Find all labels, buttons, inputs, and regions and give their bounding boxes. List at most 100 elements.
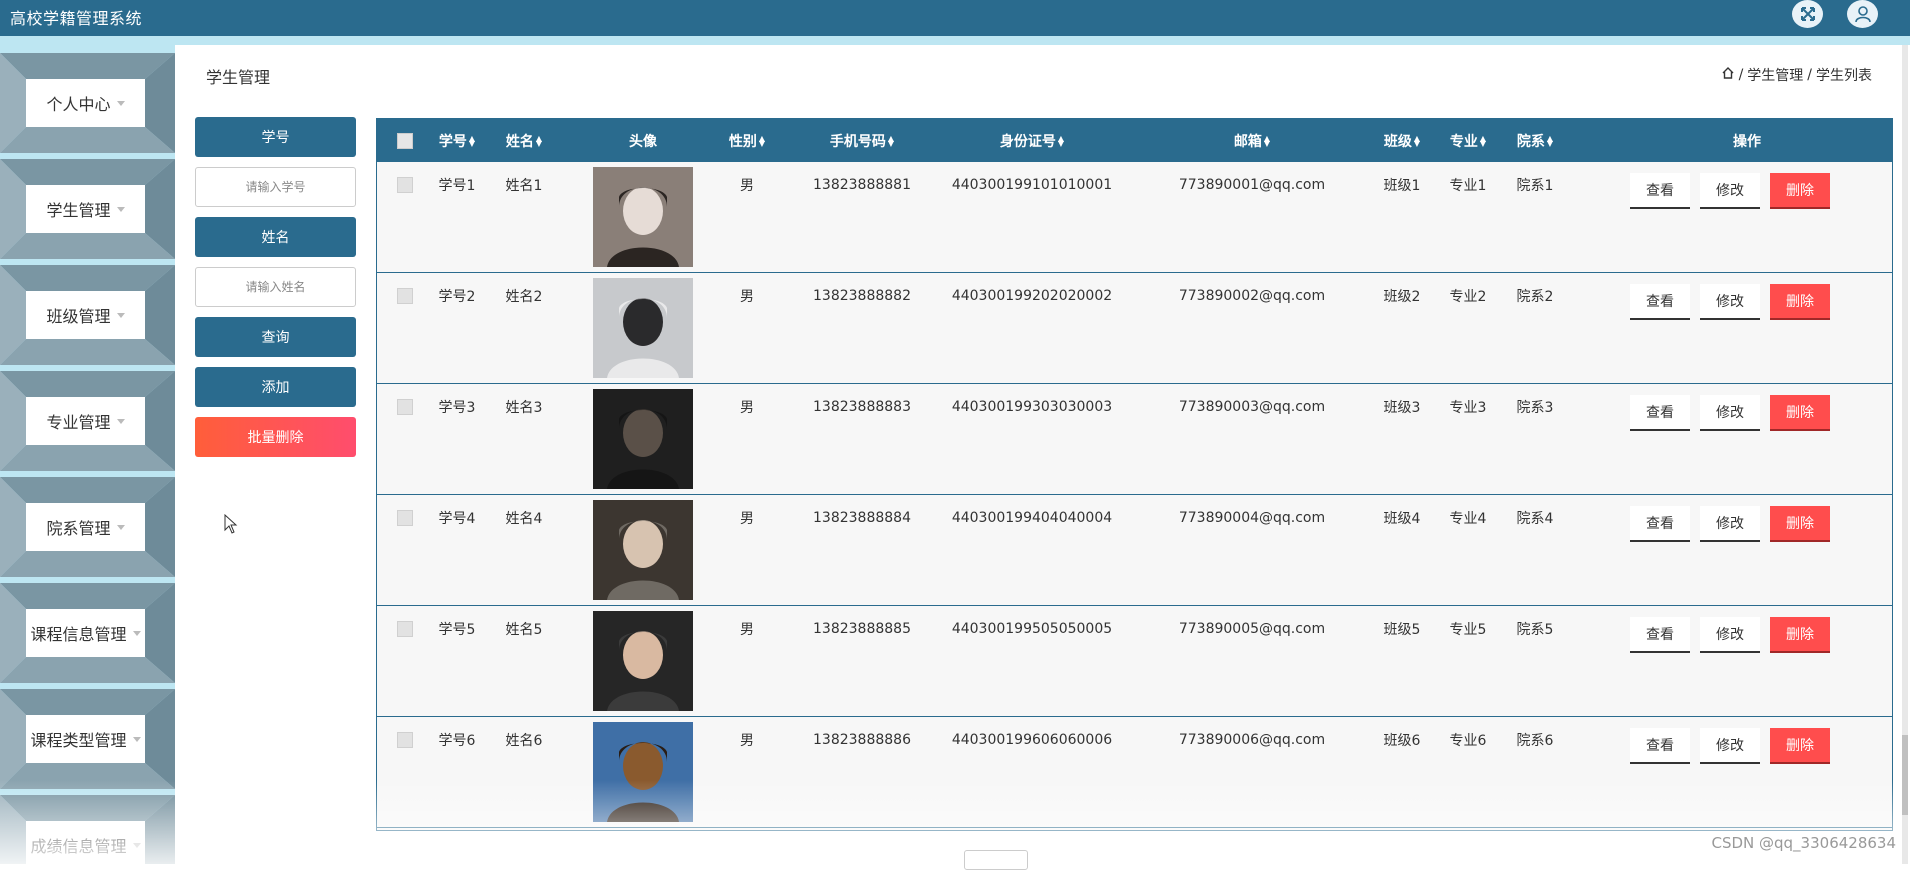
cell-department: 院系4 bbox=[1516, 510, 1554, 527]
header-avatar-label: 头像 bbox=[629, 133, 657, 150]
cell-gender: 男 bbox=[740, 288, 754, 305]
sidebar-item[interactable]: 课程类型管理 bbox=[0, 689, 175, 789]
caret-down-icon bbox=[116, 418, 125, 424]
view-button[interactable]: 查看 bbox=[1630, 506, 1690, 542]
sidebar-item[interactable]: 班级管理 bbox=[0, 265, 175, 365]
sort-icon: ▲ ▼ bbox=[758, 133, 766, 148]
sidebar-item-button[interactable]: 班级管理 bbox=[26, 291, 145, 339]
row-checkbox[interactable] bbox=[397, 620, 413, 637]
sidebar-item-label: 课程信息管理 bbox=[30, 625, 127, 644]
cell-class: 班级1 bbox=[1383, 177, 1421, 194]
header-department-label: 院系 bbox=[1516, 133, 1545, 150]
edit-button[interactable]: 修改 bbox=[1700, 395, 1760, 431]
cell-id-card: 440300199606060006 bbox=[951, 731, 1113, 748]
sidebar-item-button[interactable]: 专业管理 bbox=[26, 397, 145, 445]
select-all-checkbox[interactable] bbox=[397, 132, 413, 149]
row-checkbox[interactable] bbox=[397, 287, 413, 304]
table-row: 学号2 姓名2 男 13823888882 440300199202020002 7738… bbox=[377, 273, 1892, 384]
home-icon[interactable] bbox=[1721, 66, 1735, 84]
caret-down-icon bbox=[132, 736, 141, 742]
caret-down-icon bbox=[132, 630, 141, 636]
cell-id-card: 440300199404040004 bbox=[951, 509, 1113, 526]
sidebar-item[interactable]: 院系管理 bbox=[0, 477, 175, 577]
row-checkbox[interactable] bbox=[397, 176, 413, 193]
add-button[interactable]: 添加 bbox=[195, 367, 356, 407]
avatar bbox=[593, 611, 693, 711]
header-student-no-label: 学号 bbox=[438, 133, 467, 150]
app-title: 高校学籍管理系统 bbox=[10, 9, 143, 28]
sidebar-item[interactable]: 专业管理 bbox=[0, 371, 175, 471]
sidebar-item-label: 院系管理 bbox=[46, 519, 111, 538]
cell-major: 专业5 bbox=[1449, 621, 1487, 638]
header-id-card[interactable]: 身份证号 ▲ ▼ bbox=[957, 119, 1107, 162]
cell-class: 班级5 bbox=[1383, 621, 1421, 638]
cell-name: 姓名2 bbox=[505, 288, 543, 305]
cell-class: 班级2 bbox=[1383, 288, 1421, 305]
header-name-label: 姓名 bbox=[505, 133, 534, 150]
page-size-select[interactable] bbox=[964, 850, 1028, 870]
edit-button[interactable]: 修改 bbox=[1700, 728, 1760, 764]
cell-email: 773890002@qq.com bbox=[1178, 287, 1326, 304]
sidebar-item-button[interactable]: 学生管理 bbox=[26, 185, 145, 233]
fullscreen-icon[interactable] bbox=[1792, 0, 1823, 28]
sort-icon: ▲ ▼ bbox=[1057, 133, 1065, 148]
header-gender[interactable]: 性别 ▲ ▼ bbox=[722, 119, 772, 162]
query-button[interactable]: 查询 bbox=[195, 317, 356, 357]
sidebar-item[interactable]: 学生管理 bbox=[0, 159, 175, 259]
watermark: CSDN @qq_3306428634 bbox=[1711, 834, 1896, 852]
cell-student-no: 学号5 bbox=[438, 621, 476, 638]
header-phone-label: 手机号码 bbox=[829, 133, 886, 150]
delete-button[interactable]: 删除 bbox=[1770, 284, 1830, 320]
sidebar-item-button[interactable]: 课程信息管理 bbox=[26, 609, 145, 657]
delete-button[interactable]: 删除 bbox=[1770, 506, 1830, 542]
cell-student-no: 学号3 bbox=[438, 399, 476, 416]
sidebar-item-button[interactable]: 课程类型管理 bbox=[26, 715, 145, 763]
batch-delete-button[interactable]: 批量删除 bbox=[195, 417, 356, 457]
edit-button[interactable]: 修改 bbox=[1700, 506, 1760, 542]
row-checkbox-cell bbox=[393, 495, 417, 540]
row-checkbox[interactable] bbox=[397, 398, 413, 415]
cell-name: 姓名6 bbox=[505, 732, 543, 749]
breadcrumb-student-management[interactable]: 学生管理 bbox=[1747, 65, 1803, 85]
student-no-input[interactable] bbox=[195, 167, 356, 207]
sidebar-item[interactable]: 成绩信息管理 bbox=[0, 795, 175, 864]
header-email[interactable]: 邮箱 ▲ ▼ bbox=[1177, 119, 1327, 162]
view-button[interactable]: 查看 bbox=[1630, 284, 1690, 320]
cell-department: 院系5 bbox=[1516, 621, 1554, 638]
view-button[interactable]: 查看 bbox=[1630, 173, 1690, 209]
breadcrumb-student-list: 学生列表 bbox=[1816, 68, 1872, 84]
sidebar-item-button[interactable]: 成绩信息管理 bbox=[26, 821, 145, 864]
edit-button[interactable]: 修改 bbox=[1700, 617, 1760, 653]
name-input[interactable] bbox=[195, 267, 356, 307]
scrollbar-thumb[interactable] bbox=[1902, 735, 1908, 815]
edit-button[interactable]: 修改 bbox=[1700, 284, 1760, 320]
view-button[interactable]: 查看 bbox=[1630, 617, 1690, 653]
delete-button[interactable]: 删除 bbox=[1770, 173, 1830, 209]
row-checkbox[interactable] bbox=[397, 731, 413, 748]
sidebar-item-label: 个人中心 bbox=[46, 95, 111, 114]
sidebar-item[interactable]: 课程信息管理 bbox=[0, 583, 175, 683]
delete-button[interactable]: 删除 bbox=[1770, 617, 1830, 653]
user-icon[interactable] bbox=[1847, 0, 1878, 28]
view-button[interactable]: 查看 bbox=[1630, 728, 1690, 764]
header-name[interactable]: 姓名 ▲ ▼ bbox=[499, 119, 549, 162]
sidebar-item-button[interactable]: 个人中心 bbox=[26, 79, 145, 127]
delete-button[interactable]: 删除 bbox=[1770, 395, 1830, 431]
scrollbar[interactable] bbox=[1902, 45, 1908, 864]
header-department[interactable]: 院系 ▲ ▼ bbox=[1510, 119, 1560, 162]
delete-button[interactable]: 删除 bbox=[1770, 728, 1830, 764]
view-button[interactable]: 查看 bbox=[1630, 395, 1690, 431]
cell-student-no: 学号4 bbox=[438, 510, 476, 527]
sidebar-item[interactable]: 个人中心 bbox=[0, 53, 175, 153]
student-no-label: 学号 bbox=[195, 117, 356, 157]
name-label: 姓名 bbox=[195, 217, 356, 257]
row-checkbox[interactable] bbox=[397, 509, 413, 526]
header-class[interactable]: 班级 ▲ ▼ bbox=[1377, 119, 1427, 162]
header-major[interactable]: 专业 ▲ ▼ bbox=[1443, 119, 1493, 162]
header-phone[interactable]: 手机号码 ▲ ▼ bbox=[807, 119, 917, 162]
header-email-label: 邮箱 bbox=[1233, 133, 1262, 150]
sort-icon: ▲ ▼ bbox=[468, 133, 476, 148]
edit-button[interactable]: 修改 bbox=[1700, 173, 1760, 209]
header-student-no[interactable]: 学号 ▲ ▼ bbox=[432, 119, 482, 162]
sidebar-item-button[interactable]: 院系管理 bbox=[26, 503, 145, 551]
